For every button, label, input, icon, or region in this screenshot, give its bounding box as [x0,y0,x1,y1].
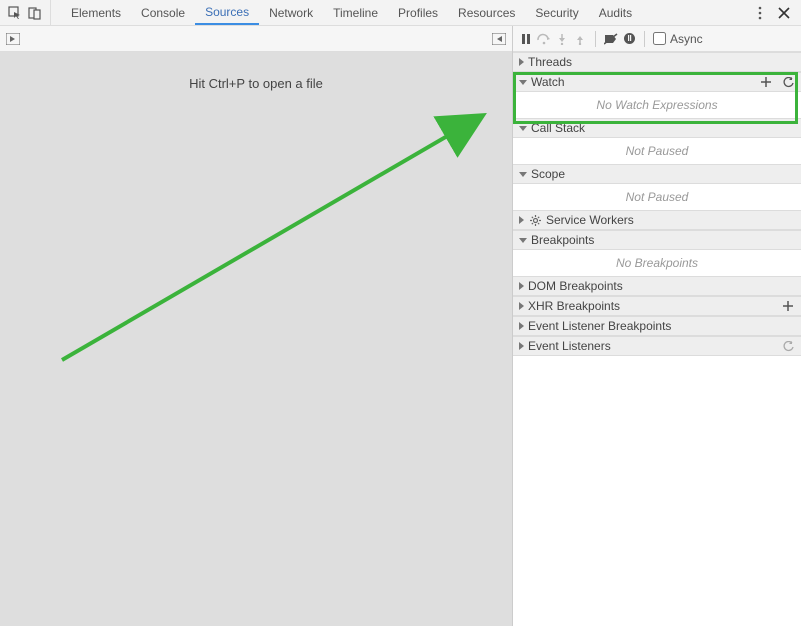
editor-body: Hit Ctrl+P to open a file [0,52,512,626]
step-over-icon[interactable] [537,32,551,46]
inspect-element-icon[interactable] [8,6,22,20]
show-debugger-icon[interactable] [492,32,506,46]
section-event-listeners-label: Event Listeners [528,339,777,353]
section-breakpoints-label: Breakpoints [531,233,795,247]
pause-on-exceptions-icon[interactable] [622,32,636,46]
chevron-down-icon [519,238,527,243]
section-event-listener-breakpoints[interactable]: Event Listener Breakpoints [513,316,801,336]
section-callstack[interactable]: Call Stack [513,118,801,138]
section-scope[interactable]: Scope [513,164,801,184]
section-service-workers-label: Service Workers [546,213,795,227]
section-dom-breakpoints-label: DOM Breakpoints [528,279,795,293]
debugger-toolbar: Async [513,26,801,52]
section-event-listeners[interactable]: Event Listeners [513,336,801,356]
section-breakpoints[interactable]: Breakpoints [513,230,801,250]
chevron-right-icon [519,216,524,224]
tab-timeline[interactable]: Timeline [323,0,388,25]
tab-audits[interactable]: Audits [589,0,642,25]
kebab-menu-icon[interactable] [753,6,767,20]
section-xhr-breakpoints[interactable]: XHR Breakpoints [513,296,801,316]
chevron-right-icon [519,342,524,350]
section-watch[interactable]: Watch [513,72,801,92]
section-scope-label: Scope [531,167,795,181]
refresh-event-listeners-icon[interactable] [781,339,795,353]
topbar-left-icons [0,0,51,25]
async-toggle[interactable]: Async [653,32,703,46]
devtools-topbar: Elements Console Sources Network Timelin… [0,0,801,26]
pause-icon[interactable] [519,32,533,46]
add-xhr-bp-icon[interactable] [781,299,795,313]
step-into-icon[interactable] [555,32,569,46]
step-out-icon[interactable] [573,32,587,46]
editor-column: Hit Ctrl+P to open a file [0,26,512,626]
section-xhr-breakpoints-label: XHR Breakpoints [528,299,777,313]
tab-resources[interactable]: Resources [448,0,525,25]
section-threads-label: Threads [528,55,795,69]
section-callstack-body: Not Paused [513,138,801,164]
tab-profiles[interactable]: Profiles [388,0,448,25]
deactivate-breakpoints-icon[interactable] [604,32,618,46]
chevron-right-icon [519,302,524,310]
chevron-down-icon [519,126,527,131]
async-checkbox[interactable] [653,32,666,45]
chevron-right-icon [519,322,524,330]
tab-sources[interactable]: Sources [195,0,259,25]
chevron-down-icon [519,172,527,177]
tab-security[interactable]: Security [525,0,588,25]
chevron-right-icon [519,58,524,66]
gear-icon [528,213,542,227]
refresh-watch-icon[interactable] [781,75,795,89]
toggle-device-icon[interactable] [28,6,42,20]
debugger-sidebar: Async Threads Watch No Watch Expressions [512,26,801,626]
tab-console[interactable]: Console [131,0,195,25]
section-watch-body: No Watch Expressions [513,92,801,118]
section-dom-breakpoints[interactable]: DOM Breakpoints [513,276,801,296]
editor-toolbar [0,26,512,52]
chevron-right-icon [519,282,524,290]
chevron-down-icon [519,80,527,85]
tab-elements[interactable]: Elements [61,0,131,25]
show-navigator-icon[interactable] [6,32,20,46]
panel-tabs: Elements Console Sources Network Timelin… [51,0,642,25]
main-area: Hit Ctrl+P to open a file [0,26,801,626]
section-callstack-label: Call Stack [531,121,795,135]
async-label: Async [670,32,703,46]
section-threads[interactable]: Threads [513,52,801,72]
section-breakpoints-body: No Breakpoints [513,250,801,276]
tab-network[interactable]: Network [259,0,323,25]
section-service-workers[interactable]: Service Workers [513,210,801,230]
section-watch-label: Watch [531,75,755,89]
section-event-listener-breakpoints-label: Event Listener Breakpoints [528,319,795,333]
close-icon[interactable] [777,6,791,20]
topbar-right-icons [753,6,801,20]
section-scope-body: Not Paused [513,184,801,210]
add-watch-icon[interactable] [759,75,773,89]
open-file-hint: Hit Ctrl+P to open a file [0,76,512,91]
